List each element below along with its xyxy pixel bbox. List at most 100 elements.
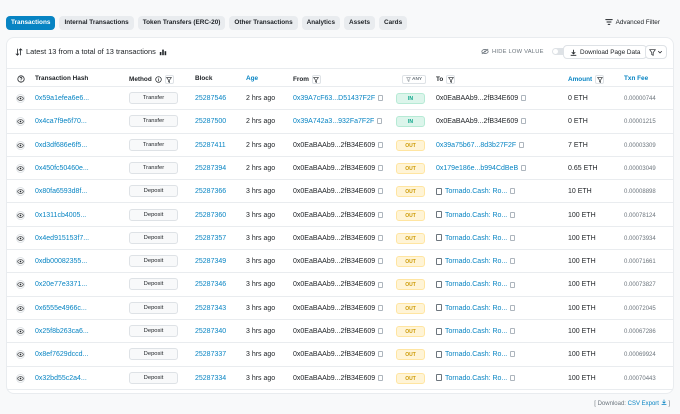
to-address[interactable]: Tornado.Cash: Ro... (436, 374, 516, 383)
tab-cards[interactable]: Cards (379, 16, 408, 30)
block-link[interactable]: 25287343 (195, 304, 226, 313)
help-icon[interactable] (17, 75, 25, 83)
to-address[interactable]: Tornado.Cash: Ro... (436, 304, 516, 313)
transaction-hash-link[interactable]: 0x32bd55c2a4... (35, 374, 87, 383)
eye-icon[interactable] (16, 257, 25, 267)
to-address[interactable]: Tornado.Cash: Ro... (436, 280, 516, 289)
transaction-hash-link[interactable]: 0x450fc50460e... (35, 164, 89, 173)
copy-icon[interactable] (510, 351, 516, 358)
download-page-data-button[interactable]: Download Page Data (563, 45, 648, 59)
tab-assets[interactable]: Assets (344, 16, 376, 30)
to-filter-icon[interactable] (446, 75, 456, 84)
transaction-hash-link[interactable]: 0x4ed915153f7... (35, 234, 89, 243)
transaction-hash-link[interactable]: 0x80fa6593d8f... (35, 187, 87, 196)
copy-icon[interactable] (377, 118, 383, 125)
copy-icon[interactable] (519, 141, 525, 148)
block-link[interactable]: 25287394 (195, 164, 226, 173)
copy-icon[interactable] (510, 188, 516, 195)
copy-icon[interactable] (510, 281, 516, 288)
eye-icon[interactable] (16, 163, 25, 173)
copy-icon[interactable] (378, 211, 384, 218)
copy-icon[interactable] (378, 165, 384, 172)
tab-analytics[interactable]: Analytics (301, 16, 341, 30)
advanced-filter-button[interactable]: Advanced Filter (604, 18, 660, 26)
from-address[interactable]: 0x39A742a3...932Fa7F2F (293, 117, 383, 126)
column-amount[interactable]: Amount (568, 75, 605, 84)
hide-low-value-toggle[interactable]: HIDE LOW VALUE (481, 48, 566, 55)
copy-icon[interactable] (378, 281, 384, 288)
tab-other-transactions[interactable]: Other Transactions (229, 16, 298, 30)
eye-icon[interactable] (16, 303, 25, 313)
tab-transactions[interactable]: Transactions (6, 16, 56, 30)
to-address[interactable]: Tornado.Cash: Ro... (436, 257, 516, 266)
to-address[interactable]: Tornado.Cash: Ro... (436, 350, 516, 359)
to-address[interactable]: Tornado.Cash: Ro... (436, 234, 516, 243)
copy-icon[interactable] (521, 165, 527, 172)
to-address[interactable]: 0x179e186e...b994CdBeB (436, 164, 527, 173)
copy-icon[interactable] (378, 95, 384, 102)
eye-icon[interactable] (16, 117, 25, 127)
copy-icon[interactable] (378, 351, 384, 358)
copy-icon[interactable] (378, 304, 384, 311)
eye-icon[interactable] (16, 140, 25, 150)
eye-icon[interactable] (16, 280, 25, 290)
column-direction[interactable]: ANY (402, 75, 427, 84)
copy-icon[interactable] (510, 304, 516, 311)
copy-icon[interactable] (510, 258, 516, 265)
block-link[interactable]: 25287366 (195, 187, 226, 196)
method-filter-icon[interactable] (164, 75, 174, 84)
block-link[interactable]: 25287360 (195, 211, 226, 220)
block-link[interactable]: 25287334 (195, 374, 226, 383)
transaction-hash-link[interactable]: 0xd3df686e6f5... (35, 141, 87, 150)
from-address[interactable]: 0x39A7cF63...D51437F2F (293, 94, 384, 103)
block-link[interactable]: 25287349 (195, 257, 226, 266)
amount-filter-icon[interactable] (595, 75, 605, 84)
transaction-hash-link[interactable]: 0x8ef7629dccd... (35, 350, 88, 359)
block-link[interactable]: 25287340 (195, 327, 226, 336)
column-txn-fee[interactable]: Txn Fee (624, 75, 648, 82)
copy-icon[interactable] (521, 95, 527, 102)
tab-internal-transactions[interactable]: Internal Transactions (59, 16, 134, 30)
copy-icon[interactable] (510, 211, 516, 218)
eye-icon[interactable] (16, 187, 25, 197)
eye-icon[interactable] (16, 94, 25, 103)
copy-icon[interactable] (378, 328, 384, 335)
transaction-hash-link[interactable]: 0x1311cb4005... (35, 211, 86, 220)
transaction-hash-link[interactable]: 0x25f8b263ca6... (35, 327, 89, 336)
copy-icon[interactable] (378, 188, 384, 195)
from-filter-icon[interactable] (311, 75, 321, 84)
copy-icon[interactable] (510, 328, 516, 335)
transaction-hash-link[interactable]: 0x59a1efea6e6... (35, 94, 89, 103)
csv-export-link[interactable]: CSV Export (628, 401, 659, 407)
copy-icon[interactable] (521, 118, 527, 125)
block-link[interactable]: 25287411 (195, 141, 226, 150)
block-link[interactable]: 25287346 (195, 280, 226, 289)
block-link[interactable]: 25287500 (195, 117, 226, 126)
to-address[interactable]: 0x39a75b67...8d3b27F2F (436, 141, 525, 150)
copy-icon[interactable] (378, 374, 384, 381)
transaction-hash-link[interactable]: 0x4ca7f9e6f70... (35, 117, 87, 126)
block-link[interactable]: 25287337 (195, 350, 226, 359)
to-address[interactable]: Tornado.Cash: Ro... (436, 211, 516, 220)
to-address[interactable]: Tornado.Cash: Ro... (436, 187, 516, 196)
transaction-hash-link[interactable]: 0x20e77e3371... (35, 280, 87, 289)
info-icon[interactable] (155, 76, 162, 83)
copy-icon[interactable] (510, 234, 516, 241)
copy-icon[interactable] (378, 258, 384, 265)
transaction-hash-link[interactable]: 0xdb00082355... (35, 257, 87, 266)
copy-icon[interactable] (378, 141, 384, 148)
copy-icon[interactable] (510, 374, 516, 381)
eye-icon[interactable] (16, 233, 25, 243)
transaction-hash-link[interactable]: 0x6555e4966c... (35, 304, 87, 313)
filter-dropdown-button[interactable] (645, 45, 667, 59)
eye-icon[interactable] (16, 327, 25, 336)
to-address[interactable]: Tornado.Cash: Ro... (436, 327, 516, 336)
eye-icon[interactable] (16, 373, 25, 383)
eye-icon[interactable] (16, 210, 25, 220)
tab-token-transfers[interactable]: Token Transfers (ERC-20) (137, 16, 226, 30)
eye-icon[interactable] (16, 350, 25, 360)
block-link[interactable]: 25287546 (195, 94, 226, 103)
chart-icon[interactable] (159, 48, 167, 56)
column-age[interactable]: Age (246, 75, 258, 82)
block-link[interactable]: 25287357 (195, 234, 226, 243)
